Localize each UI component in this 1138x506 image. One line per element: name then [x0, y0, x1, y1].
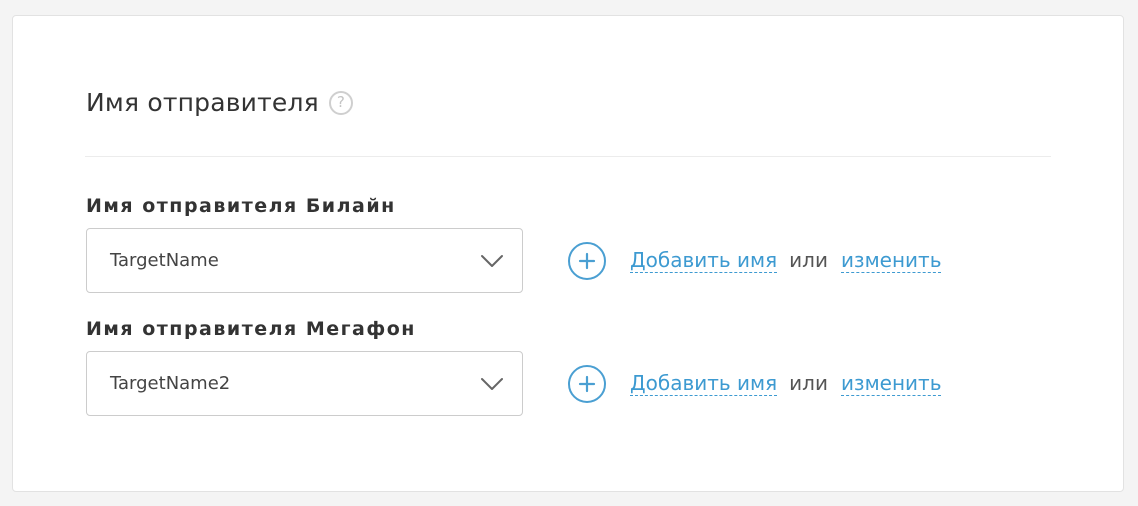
field-row: TargetName2 Добавить имя или изменить: [86, 351, 942, 416]
chevron-down-icon: [481, 254, 503, 267]
section-header: Имя отправителя ?: [86, 88, 353, 117]
edit-link[interactable]: изменить: [840, 371, 942, 396]
add-circle-icon[interactable]: [568, 364, 606, 403]
plus-icon: [578, 375, 596, 392]
add-name-link[interactable]: Добавить имя: [630, 248, 778, 273]
edit-link[interactable]: изменить: [840, 248, 942, 273]
plus-icon: [578, 252, 596, 269]
select-value: TargetName: [110, 250, 219, 271]
field-beeline: Имя отправителя Билайн TargetName Добави…: [86, 194, 942, 293]
add-circle-icon[interactable]: [568, 241, 606, 280]
section-title: Имя отправителя: [86, 88, 319, 117]
add-name-link[interactable]: Добавить имя: [630, 371, 778, 396]
sender-select-beeline[interactable]: TargetName: [86, 228, 523, 293]
select-value: TargetName2: [110, 373, 231, 394]
field-label: Имя отправителя Мегафон: [86, 318, 416, 340]
or-text: или: [789, 370, 828, 395]
sender-name-card: Имя отправителя ? Имя отправителя Билайн…: [12, 15, 1124, 492]
or-text: или: [789, 247, 828, 272]
divider: [85, 156, 1051, 157]
field-row: TargetName Добавить имя или изменить: [86, 228, 942, 293]
field-megafon: Имя отправителя Мегафон TargetName2 Доба…: [86, 317, 942, 416]
chevron-down-icon: [481, 377, 503, 390]
field-label: Имя отправителя Билайн: [86, 195, 396, 217]
help-icon[interactable]: ?: [328, 90, 353, 115]
sender-select-megafon[interactable]: TargetName2: [86, 351, 523, 416]
